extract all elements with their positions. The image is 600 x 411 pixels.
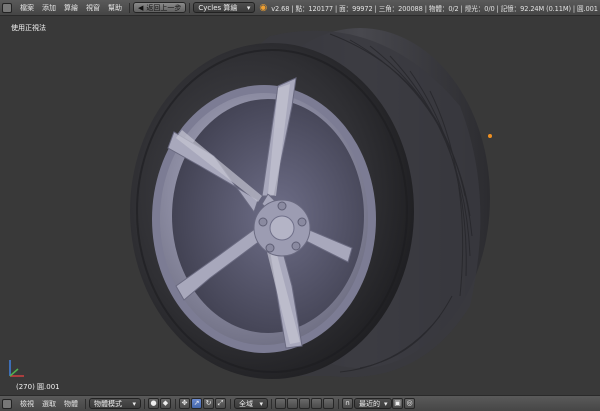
magnet-icon[interactable]: ∩ [342,398,353,409]
divider [230,398,231,409]
divider [85,398,86,409]
mode-select[interactable]: 物體模式 ▾ [89,398,141,409]
3d-viewport[interactable]: 使用正視法 (270) 圓.001 [0,16,600,395]
menu-object[interactable]: 物體 [60,399,82,409]
manipulator-toggle-icon[interactable]: ✥ [179,398,190,409]
menu-render[interactable]: 算繪 [60,3,82,13]
axis-gizmo-icon [9,360,24,377]
divider [129,2,130,13]
editor-type-icon[interactable] [2,2,12,13]
rotate-icon[interactable]: ↻ [203,398,214,409]
layer-icon[interactable] [323,398,334,409]
chevron-down-icon: ▾ [132,399,136,408]
render-engine-value: Cycles 算繪 [198,3,238,12]
divider [144,398,145,409]
back-button-label: 返回上一步 [146,3,182,12]
shading-icon[interactable]: ● [148,398,159,409]
snap-target-value: 最近的 [359,399,380,408]
divider [175,398,176,409]
chevron-down-icon: ▾ [246,3,251,12]
editor-type-icon[interactable] [2,398,12,409]
mode-value: 物體模式 [94,399,122,408]
layer-icon[interactable] [287,398,298,409]
back-button[interactable]: ◀ 返回上一步 [133,2,187,13]
snap-target-select[interactable]: 最近的 ▾ [354,398,392,409]
active-object-label: (270) 圓.001 [16,383,60,391]
orientation-value: 全域 [239,399,253,408]
scene-statistics: v2.68 | 點：120177 | 面：99972 | 三角：200088 |… [271,4,598,13]
divider [338,398,339,409]
layer-icon[interactable] [299,398,310,409]
chevron-down-icon: ▾ [259,399,263,408]
viewport-header: 檢視 選取 物體 物體模式 ▾ ● ◆ ✥ ↗ ↻ ⤢ 全域 ▾ ∩ 最近的 ▾… [0,395,600,411]
menu-file[interactable]: 檔案 [16,3,38,13]
pivot-icon[interactable]: ◆ [160,398,171,409]
lamp-object[interactable] [488,134,492,138]
wheel-model [130,28,490,379]
back-arrow-icon: ◀ [138,3,144,12]
menu-view[interactable]: 檢視 [16,399,38,409]
orientation-select[interactable]: 全域 ▾ [234,398,268,409]
divider [189,2,191,13]
menu-select[interactable]: 選取 [38,399,60,409]
menu-window[interactable]: 視窗 [82,3,104,13]
chevron-down-icon: ▾ [384,399,388,408]
menu-help[interactable]: 幫助 [104,3,126,13]
divider [271,398,272,409]
layer-icon[interactable] [275,398,286,409]
info-header: 檔案 添加 算繪 視窗 幫助 ◀ 返回上一步 Cycles 算繪 ▾ ◉ v2.… [0,0,600,16]
view-label: 使用正視法 [11,24,46,32]
menu-add[interactable]: 添加 [38,3,60,13]
layer-icon[interactable] [311,398,322,409]
scale-icon[interactable]: ⤢ [215,398,226,409]
blender-logo-icon: ◉ [259,2,268,13]
render-engine-select[interactable]: Cycles 算繪 ▾ [193,2,256,13]
camera-icon[interactable]: ◎ [404,398,415,409]
render-icon[interactable]: ▣ [392,398,403,409]
translate-icon[interactable]: ↗ [191,398,202,409]
